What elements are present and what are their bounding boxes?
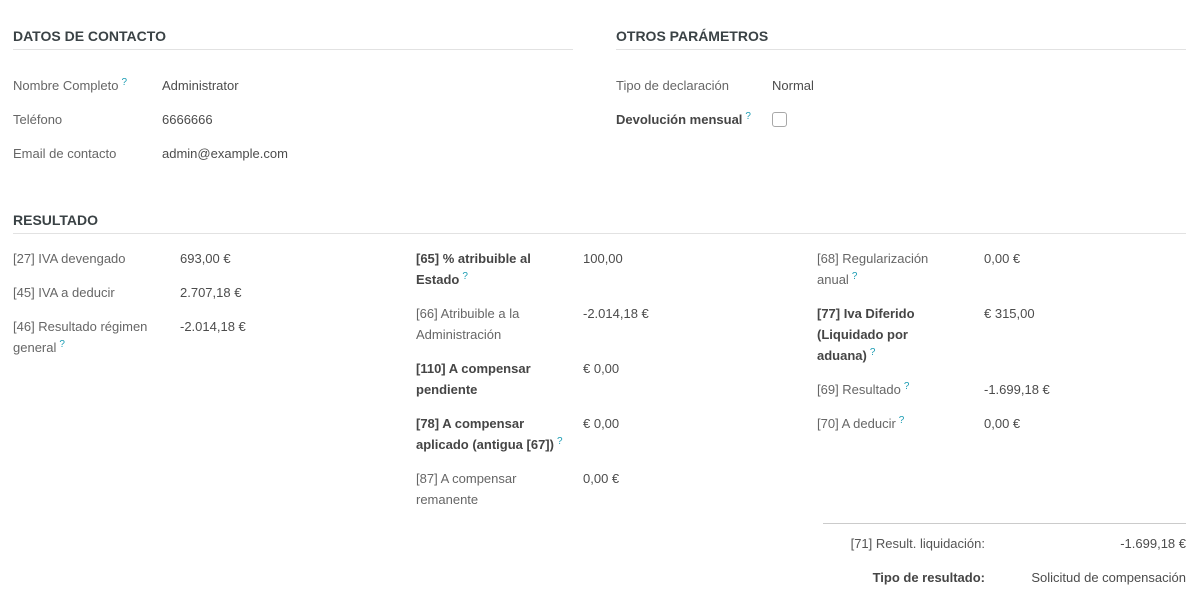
total-value: Solicitud de compensación	[985, 567, 1186, 588]
field-value: -1.699,18 €	[984, 379, 1186, 400]
total-row-tipo-resultado: Tipo de resultado: Solicitud de compensa…	[823, 567, 1186, 588]
field-value: € 0,00	[583, 358, 801, 400]
help-icon: ?	[59, 339, 65, 350]
field-label: [77] Iva Diferido (Liquidado por aduana)…	[817, 303, 968, 366]
field-label: [46] Resultado régimen general?	[13, 316, 164, 358]
field-email-contacto: Email de contacto admin@example.com	[13, 143, 573, 164]
total-row-result-liquidacion: [71] Result. liquidación: -1.699,18 €	[823, 533, 1186, 554]
field-70-a-deducir: [70] A deducir? 0,00 €	[817, 413, 1186, 434]
contact-section-title: DATOS DE CONTACTO	[13, 27, 573, 50]
result-columns: [27] IVA devengado 693,00 € [45] IVA a d…	[13, 248, 1186, 523]
field-label: Tipo de declaración	[616, 75, 757, 96]
result-column-2: [65] % atribuible al Estado? 100,00 [66]…	[416, 248, 801, 523]
total-label: [71] Result. liquidación:	[823, 533, 985, 554]
field-label: [45] IVA a deducir	[13, 282, 164, 303]
field-value: -2.014,18 €	[583, 303, 801, 345]
field-value: admin@example.com	[162, 143, 573, 164]
field-value: Administrator	[162, 75, 573, 96]
result-column-1: [27] IVA devengado 693,00 € [45] IVA a d…	[13, 248, 400, 523]
field-tipo-declaracion: Tipo de declaración Normal	[616, 75, 1186, 96]
liquidation-totals: [71] Result. liquidación: -1.699,18 € Ti…	[823, 523, 1186, 588]
help-icon: ?	[122, 77, 128, 88]
help-icon: ?	[904, 381, 910, 392]
field-68-regularizacion-anual: [68] Regularización anual? 0,00 €	[817, 248, 1186, 290]
field-label: [87] A compensar remanente	[416, 468, 567, 510]
field-label: Teléfono	[13, 109, 147, 130]
field-value: € 315,00	[984, 303, 1186, 366]
field-label: [70] A deducir?	[817, 413, 968, 434]
devolucion-mensual-checkbox[interactable]	[772, 112, 787, 127]
field-label: [66] Atribuible a la Administración	[416, 303, 567, 345]
field-label: [27] IVA devengado	[13, 248, 164, 269]
params-group: OTROS PARÁMETROS Tipo de declaración Nor…	[616, 27, 1186, 177]
field-value: -2.014,18 €	[180, 316, 400, 358]
help-icon: ?	[745, 111, 751, 122]
field-value: 0,00 €	[984, 413, 1186, 434]
field-77-iva-diferido: [77] Iva Diferido (Liquidado por aduana)…	[817, 303, 1186, 366]
field-27-iva-devengado: [27] IVA devengado 693,00 €	[13, 248, 400, 269]
field-45-iva-a-deducir: [45] IVA a deducir 2.707,18 €	[13, 282, 400, 303]
field-87-a-compensar-remanente: [87] A compensar remanente 0,00 €	[416, 468, 801, 510]
field-110-a-compensar-pendiente: [110] A compensar pendiente € 0,00	[416, 358, 801, 400]
field-65-atribuible-estado: [65] % atribuible al Estado? 100,00	[416, 248, 801, 290]
result-column-3: [68] Regularización anual? 0,00 € [77] I…	[817, 248, 1186, 523]
result-section-title: RESULTADO	[13, 211, 1186, 234]
field-value: 0,00 €	[984, 248, 1186, 290]
field-devolucion-mensual: Devolución mensual?	[616, 109, 1186, 133]
field-label: [65] % atribuible al Estado?	[416, 248, 567, 290]
total-value: -1.699,18 €	[985, 533, 1186, 554]
help-icon: ?	[462, 271, 468, 282]
field-label: [69] Resultado?	[817, 379, 968, 400]
field-label: Nombre Completo?	[13, 75, 147, 96]
field-78-a-compensar-aplicado: [78] A compensar aplicado (antigua [67])…	[416, 413, 801, 455]
field-value: € 0,00	[583, 413, 801, 455]
field-value: 6666666	[162, 109, 573, 130]
field-value: 693,00 €	[180, 248, 400, 269]
help-icon: ?	[870, 347, 876, 358]
field-value: 0,00 €	[583, 468, 801, 510]
field-label: [78] A compensar aplicado (antigua [67])…	[416, 413, 567, 455]
field-66-atribuible-administracion: [66] Atribuible a la Administración -2.0…	[416, 303, 801, 345]
field-value: 100,00	[583, 248, 801, 290]
help-icon: ?	[899, 415, 905, 426]
help-icon: ?	[557, 436, 563, 447]
field-label: Email de contacto	[13, 143, 147, 164]
field-nombre-completo: Nombre Completo? Administrator	[13, 75, 573, 96]
help-icon: ?	[852, 271, 858, 282]
field-69-resultado: [69] Resultado? -1.699,18 €	[817, 379, 1186, 400]
field-label: [110] A compensar pendiente	[416, 358, 567, 400]
field-value: 2.707,18 €	[180, 282, 400, 303]
top-groups: DATOS DE CONTACTO Nombre Completo? Admin…	[13, 27, 1186, 177]
params-section-title: OTROS PARÁMETROS	[616, 27, 1186, 50]
form-view: DATOS DE CONTACTO Nombre Completo? Admin…	[0, 0, 1199, 588]
result-section: RESULTADO [27] IVA devengado 693,00 € [4…	[13, 211, 1186, 588]
total-label: Tipo de resultado:	[823, 567, 985, 588]
field-label: [68] Regularización anual?	[817, 248, 968, 290]
field-label: Devolución mensual?	[616, 109, 757, 133]
field-46-resultado-regimen-general: [46] Resultado régimen general? -2.014,1…	[13, 316, 400, 358]
field-telefono: Teléfono 6666666	[13, 109, 573, 130]
contact-group: DATOS DE CONTACTO Nombre Completo? Admin…	[13, 27, 573, 177]
field-value: Normal	[772, 75, 1186, 96]
